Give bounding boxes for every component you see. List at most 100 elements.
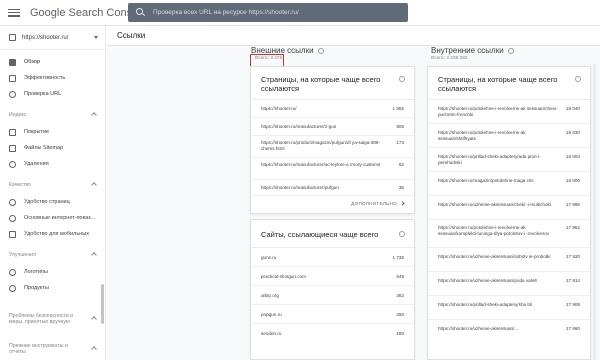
- sidebar-item-label: Покрытие: [24, 129, 50, 135]
- chevron-up-icon: [91, 112, 97, 118]
- help-icon[interactable]: [507, 47, 514, 54]
- sidebar-item-label: Обзор: [24, 59, 40, 65]
- card-header: Страницы, на которые чаще всего ссылаютс…: [428, 67, 590, 100]
- sidebar-item-performance[interactable]: Эффективность: [0, 70, 105, 86]
- sidebar-item-url-inspection[interactable]: Проверка URL: [0, 86, 105, 102]
- table-row[interactable]: guns.ru 1 735: [251, 248, 414, 267]
- sidebar-item-removals[interactable]: Удаления: [0, 156, 105, 172]
- card-header: Сайты, ссылающиеся чаще всего: [251, 220, 414, 248]
- help-icon[interactable]: [399, 76, 405, 82]
- row-url: https://shooter.ru/potolehne-i-revolvern…: [438, 130, 526, 141]
- table-row[interactable]: https://shooter.ru/potolehne-i-revolvern…: [428, 100, 590, 124]
- row-url: https://shooter.ru/magazin/potolehne-mag…: [438, 178, 534, 183]
- row-value: 35: [398, 185, 404, 190]
- table-row[interactable]: https://shooter.ru/prillad-sheki-adapter…: [428, 148, 590, 172]
- table-row[interactable]: practical-shotgun.com 549: [251, 267, 414, 286]
- sidebar-item-products[interactable]: Продукты: [0, 280, 105, 296]
- table-row[interactable]: seoden.ru 190: [251, 324, 414, 343]
- row-value: 17 996: [565, 202, 580, 207]
- table-row[interactable]: https://shooter.ru/uzhenie-aksessuari/po…: [428, 272, 590, 296]
- more-link[interactable]: ДОПОЛНИТЕЛЬНО: [251, 196, 414, 211]
- table-row[interactable]: https://shooter.ru/manufacturer/pufgun 3…: [251, 180, 414, 196]
- row-url: https://shooter.ru/prillad-sheki-adapter…: [438, 154, 541, 165]
- sitemap-icon: [9, 144, 16, 152]
- table-row[interactable]: https://shooter.ru/product/magazin/pufgu…: [251, 136, 414, 158]
- table-row[interactable]: https://shooter.ru/manufacturer/z-gun 80…: [251, 118, 414, 136]
- table-row[interactable]: https://shooter.ru/uzhenie-aksessuari/..…: [428, 320, 590, 338]
- sidebar: https://shooter.ru/ Обзор Эффективность …: [0, 26, 106, 360]
- row-url: seoden.ru: [261, 331, 282, 336]
- table-row[interactable]: https://shooter.ru/uzhenie-aksessuari/ch…: [428, 196, 590, 220]
- menu-icon[interactable]: [8, 8, 20, 17]
- sidebar-item-label: Эффективность: [24, 75, 66, 81]
- chevron-right-icon: [400, 201, 405, 206]
- sidebar-item-label: Удобство страниц: [24, 199, 70, 205]
- sidebar-item-page-experience[interactable]: Удобство страниц: [0, 194, 105, 210]
- top-bar: Google Search Console Проверка всех URL …: [0, 0, 600, 26]
- table-row[interactable]: https://shooter.ru/ 1 855: [251, 100, 414, 118]
- more-label: ДОПОЛНИТЕЛЬНО: [351, 201, 397, 206]
- table-row[interactable]: https://shooter.ru/potolehne-i-revolvern…: [428, 124, 590, 148]
- row-url: https://shooter.ru/manufacturer/ac-leylo…: [261, 162, 381, 167]
- row-value: 17 952: [565, 225, 580, 230]
- internal-links-label: Внутренние ссылки: [431, 46, 504, 55]
- card-title: Страницы, на которые чаще всего ссылаютс…: [438, 75, 558, 93]
- main-content: Ссылки Внешние ссылки Всего: 3 476 Стран…: [107, 26, 600, 360]
- row-value: 18 040: [565, 106, 580, 111]
- products-icon: [9, 284, 16, 292]
- section-index[interactable]: Индекс: [0, 106, 105, 124]
- table-row[interactable]: https://shooter.ru/manufacturer/ac-leylo…: [251, 158, 414, 180]
- table-row[interactable]: altirp.org 362: [251, 286, 414, 305]
- top-linked-pages-card: Страницы, на которые чаще всего ссылаютс…: [250, 66, 415, 214]
- section-security[interactable]: Проблемы безопасности и меры, принятые в…: [0, 304, 105, 334]
- sidebar-item-overview[interactable]: Обзор: [0, 54, 105, 70]
- top-linking-sites-card: Сайты, ссылающиеся чаще всего guns.ru 1 …: [250, 219, 415, 360]
- row-url: https://shooter.ru/uzhenie-aksessuari/..…: [438, 326, 519, 331]
- row-url: https://shooter.ru/uzhenie-aksessuari/po…: [438, 278, 537, 283]
- sidebar-item-logos[interactable]: Логотипы: [0, 264, 105, 280]
- help-icon[interactable]: [399, 231, 405, 237]
- sidebar-item-label: Удаления: [24, 161, 49, 167]
- table-row[interactable]: pnpgun.ru 290: [251, 305, 414, 324]
- content-scrollbar[interactable]: [593, 64, 596, 360]
- chevron-up-icon: [91, 182, 97, 188]
- help-icon[interactable]: [575, 76, 581, 82]
- row-value: 18 004: [565, 154, 580, 159]
- section-quality[interactable]: Качество: [0, 176, 105, 194]
- section-legacy[interactable]: Прежние инструменты и отчеты: [0, 338, 105, 360]
- table-row[interactable]: https://shooter.ru/magazin/potolehne-mag…: [428, 172, 590, 196]
- sidebar-scrollbar[interactable]: [101, 284, 104, 324]
- chevron-down-icon: [91, 316, 97, 322]
- section-enhancements[interactable]: Улучшения: [0, 246, 105, 264]
- sidebar-item-coverage[interactable]: Покрытие: [0, 124, 105, 140]
- row-url: https://shooter.ru/prillad-sheki-adapter…: [438, 302, 532, 307]
- table-row[interactable]: https://shooter.ru/prillad-sheki-adapter…: [428, 296, 590, 320]
- row-value: 18 000: [565, 178, 580, 183]
- search-icon: [136, 8, 145, 17]
- property-selector[interactable]: https://shooter.ru/: [0, 26, 105, 50]
- sidebar-item-mobile-usability[interactable]: Удобство для мобильных: [0, 226, 105, 242]
- table-row[interactable]: https://shooter.ru/potolehne-i-revolvern…: [428, 220, 590, 248]
- property-url: https://shooter.ru/: [22, 34, 69, 41]
- row-value: 17 860: [565, 326, 580, 331]
- row-value: 173: [396, 140, 404, 145]
- internal-top-pages-card: Страницы, на которые чаще всего ссылаютс…: [427, 66, 591, 360]
- url-inspection-search[interactable]: Проверка всех URL на ресурсе https://sho…: [128, 3, 408, 22]
- help-icon[interactable]: [317, 47, 324, 54]
- coverage-icon: [9, 128, 16, 136]
- row-url: https://shooter.ru/: [261, 106, 297, 111]
- row-url: practical-shotgun.com: [261, 274, 306, 279]
- sidebar-item-label: Удобство для мобильных: [24, 231, 89, 237]
- row-value: 17 914: [565, 278, 580, 283]
- internal-links-title: Внутренние ссылки: [431, 46, 514, 55]
- row-url: https://shooter.ru/potolehne-i-revolvern…: [438, 225, 550, 236]
- search-input[interactable]: Проверка всех URL на ресурсе https://sho…: [153, 9, 299, 16]
- internal-links-total: Всего: 3 238 282: [431, 56, 468, 61]
- chevron-up-icon: [91, 252, 97, 258]
- sidebar-item-core-web-vitals[interactable]: Основные интернет-показ...: [0, 210, 105, 226]
- table-row[interactable]: https://shooter.ru/uzhenie-aksessuari/so…: [428, 248, 590, 272]
- sidebar-item-label: Проверка URL: [24, 91, 62, 97]
- section-label: Индекс: [9, 111, 27, 118]
- row-url: pnpgun.ru: [261, 312, 282, 317]
- sidebar-item-sitemaps[interactable]: Файлы Sitemap: [0, 140, 105, 156]
